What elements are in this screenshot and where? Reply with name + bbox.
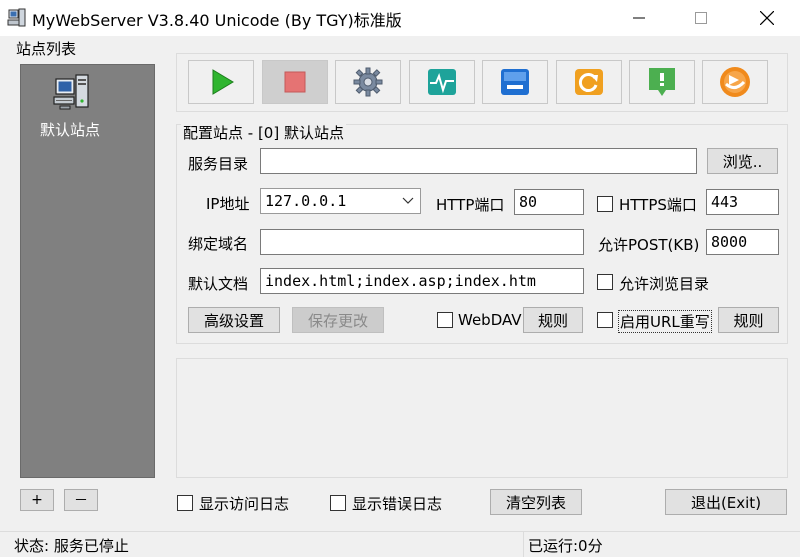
https-port-input[interactable]: 443 [706,189,779,215]
site-item-default[interactable]: 默认站点 [21,71,154,141]
save-changes-button[interactable]: 保存更改 [292,307,384,333]
maximize-icon [695,12,707,24]
ip-select[interactable]: 127.0.0.1 [260,188,421,214]
refresh-button[interactable] [556,60,622,104]
add-site-button[interactable]: + [20,489,54,511]
remove-site-button[interactable]: － [64,489,98,511]
minimize-icon [633,17,645,19]
exit-button[interactable]: 退出(Exit) [665,489,787,515]
url-rewrite-label: 启用URL重写 [618,310,712,333]
ip-select-value: 127.0.0.1 [265,192,347,210]
https-port-label: HTTPS端口 [619,196,697,214]
settings-button[interactable] [335,60,401,104]
stop-icon [284,71,306,93]
service-dir-label: 服务目录 [188,155,249,173]
advanced-settings-button[interactable]: 高级设置 [188,307,280,333]
site-list-label: 站点列表 [14,38,79,59]
show-access-log-label: 显示访问日志 [199,495,290,513]
show-error-log-label: 显示错误日志 [352,495,443,513]
window-button[interactable] [482,60,548,104]
app-icon [7,8,27,28]
browse-button[interactable]: 浏览.. [707,148,778,174]
status-divider [523,531,524,557]
uptime-text: 已运行:0分 [528,537,603,555]
minimize-button[interactable] [616,0,662,36]
show-access-log-checkbox[interactable] [177,495,193,511]
gear-icon [353,67,383,97]
default-doc-input[interactable]: index.html;index.asp;index.htm [260,268,584,294]
post-size-label: 允许POST(KB) [598,236,700,254]
domain-input[interactable] [260,229,584,255]
browse-dir-label: 允许浏览目录 [619,275,710,293]
browse-dir-checkbox[interactable] [597,274,613,290]
clear-list-button[interactable]: 清空列表 [490,489,582,515]
webdav-checkbox[interactable] [437,312,453,328]
default-doc-label: 默认文档 [188,275,249,293]
close-icon [760,11,774,25]
refresh-icon [575,69,603,95]
play-icon [212,69,234,95]
service-dir-input[interactable] [260,148,697,174]
close-button[interactable] [744,0,790,36]
monitor-button[interactable] [409,60,475,104]
window-title: MyWebServer V3.8.40 Unicode (By TGY)标准版 [32,11,402,30]
show-error-log-checkbox[interactable] [330,495,346,511]
https-checkbox[interactable] [597,196,613,212]
site-list[interactable]: 默认站点 [20,64,155,478]
download-button[interactable] [629,60,695,104]
pulse-icon [428,69,456,95]
webdav-rule-button[interactable]: 规则 [523,307,583,333]
url-rewrite-checkbox[interactable] [597,312,613,328]
log-list[interactable] [176,358,788,478]
server-computer-icon [52,73,92,113]
clock-icon [720,67,750,97]
chevron-down-icon [402,197,414,204]
site-item-label: 默认站点 [39,121,100,139]
http-port-input[interactable]: 80 [514,189,584,215]
about-button[interactable] [702,60,768,104]
status-text: 状态: 服务已停止 [14,537,129,555]
config-group-label: 配置站点 - [0] 默认站点 [181,122,346,143]
download-icon [649,68,675,96]
ip-label: IP地址 [206,195,250,213]
maximize-button[interactable] [678,0,724,36]
http-port-label: HTTP端口 [436,196,505,214]
start-server-button[interactable] [188,60,254,104]
rewrite-rule-button[interactable]: 规则 [718,307,779,333]
stop-server-button[interactable] [262,60,328,104]
webdav-label: WebDAV [458,311,522,329]
post-size-input[interactable]: 8000 [706,229,779,255]
window-icon [501,69,529,95]
domain-label: 绑定域名 [188,235,249,253]
